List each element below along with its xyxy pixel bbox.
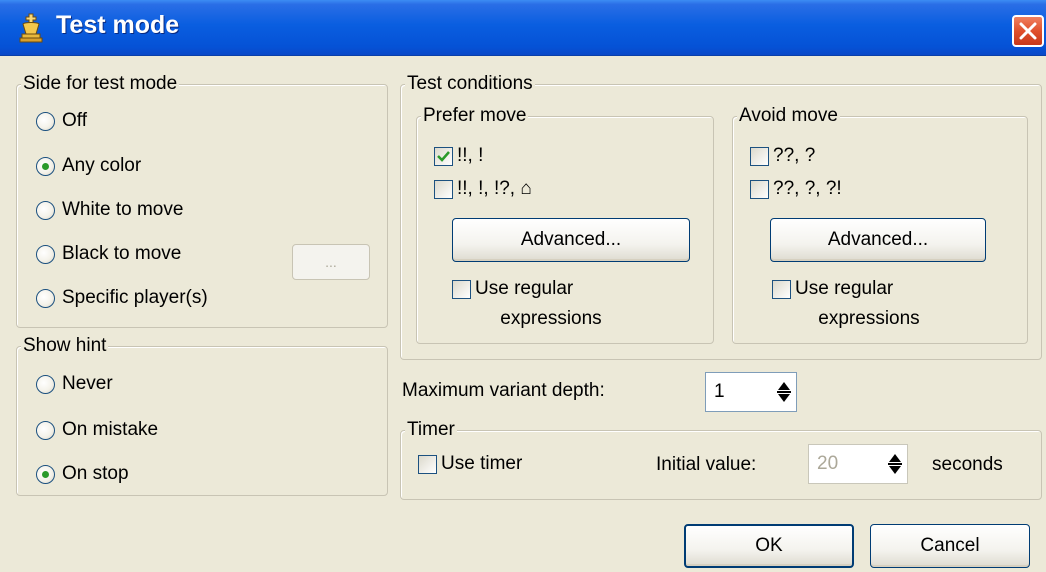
max-depth-spinner[interactable]: 1 xyxy=(705,372,797,412)
radio-label: Specific player(s) xyxy=(62,287,208,308)
browse-players-button[interactable]: ... xyxy=(292,244,370,280)
radio-label: On mistake xyxy=(62,419,159,440)
checkbox-label: ??, ? xyxy=(773,145,816,166)
spinner-arrows-icon[interactable] xyxy=(883,445,907,483)
checkbox[interactable] xyxy=(418,454,437,474)
checkbox[interactable] xyxy=(434,146,453,166)
cancel-button[interactable]: Cancel xyxy=(870,524,1030,568)
avoid-move-legend: Avoid move xyxy=(737,105,840,126)
checkbox-label: !!, ! xyxy=(457,145,484,166)
avoid-check-bad-extended[interactable]: ??, ?, ?! xyxy=(750,178,842,200)
use-timer-check[interactable]: Use timer xyxy=(418,453,522,475)
radio-button[interactable] xyxy=(36,244,55,264)
radio-label: Never xyxy=(62,373,113,394)
spinner-arrows-icon[interactable] xyxy=(772,373,796,411)
window-title: Test mode xyxy=(56,11,180,39)
close-button[interactable] xyxy=(1012,15,1044,47)
prefer-move-legend: Prefer move xyxy=(421,105,529,126)
ok-button[interactable]: OK xyxy=(684,524,854,568)
radio-button[interactable] xyxy=(36,420,55,440)
max-depth-value[interactable]: 1 xyxy=(706,381,772,403)
max-depth-label: Maximum variant depth: xyxy=(402,380,605,401)
checkbox-label: Use regular xyxy=(795,278,894,299)
prefer-regex-check[interactable]: Use regular xyxy=(452,278,573,300)
radio-button[interactable] xyxy=(36,374,55,394)
close-icon xyxy=(1019,22,1037,40)
checkbox[interactable] xyxy=(452,279,471,299)
hint-group-legend: Show hint xyxy=(21,335,109,356)
radio-label: On stop xyxy=(62,463,129,484)
radio-specific-players[interactable]: Specific player(s) xyxy=(36,287,208,309)
radio-button[interactable] xyxy=(36,111,55,131)
radio-button[interactable] xyxy=(36,464,55,484)
radio-off[interactable]: Off xyxy=(36,110,87,132)
radio-label: Any color xyxy=(62,155,142,176)
radio-label: Off xyxy=(62,110,87,131)
initial-value-label: Initial value: xyxy=(656,454,757,475)
side-group-legend: Side for test mode xyxy=(21,73,180,94)
radio-black-to-move[interactable]: Black to move xyxy=(36,243,181,265)
radio-on-mistake[interactable]: On mistake xyxy=(36,419,158,441)
initial-value-spinner[interactable]: 20 xyxy=(808,444,908,484)
checkbox[interactable] xyxy=(434,179,453,199)
radio-on-stop[interactable]: On stop xyxy=(36,463,129,485)
checkbox[interactable] xyxy=(750,179,769,199)
radio-button[interactable] xyxy=(36,288,55,308)
avoid-regex-label-line2: expressions xyxy=(818,308,920,329)
seconds-label: seconds xyxy=(932,454,1003,475)
prefer-check-good[interactable]: !!, ! xyxy=(434,145,483,167)
avoid-regex-check[interactable]: Use regular xyxy=(772,278,893,300)
radio-never[interactable]: Never xyxy=(36,373,113,395)
radio-label: White to move xyxy=(62,199,184,220)
avoid-advanced-button[interactable]: Advanced... xyxy=(770,218,986,262)
checkbox-label: Use timer xyxy=(441,453,523,474)
title-bar[interactable]: Test mode xyxy=(0,0,1046,56)
checkbox-label: Use regular xyxy=(475,278,574,299)
checkbox[interactable] xyxy=(772,279,791,299)
checkbox-label: !!, !, !?, ⌂ xyxy=(457,178,532,199)
initial-value-field[interactable]: 20 xyxy=(809,453,883,475)
test-conditions-legend: Test conditions xyxy=(405,73,535,94)
checkbox[interactable] xyxy=(750,146,769,166)
test-mode-dialog: Test mode Side for test mode Off Any col… xyxy=(0,0,1046,572)
prefer-check-good-extended[interactable]: !!, !, !?, ⌂ xyxy=(434,178,532,200)
prefer-advanced-button[interactable]: Advanced... xyxy=(452,218,690,262)
radio-any-color[interactable]: Any color xyxy=(36,155,141,177)
radio-button[interactable] xyxy=(36,200,55,220)
chess-king-icon xyxy=(19,13,43,43)
radio-white-to-move[interactable]: White to move xyxy=(36,199,183,221)
timer-legend: Timer xyxy=(405,419,457,440)
prefer-regex-label-line2: expressions xyxy=(500,308,602,329)
radio-button[interactable] xyxy=(36,156,55,176)
checkbox-label: ??, ?, ?! xyxy=(773,178,842,199)
avoid-check-bad[interactable]: ??, ? xyxy=(750,145,815,167)
check-mark-icon xyxy=(437,150,450,162)
radio-label: Black to move xyxy=(62,243,182,264)
